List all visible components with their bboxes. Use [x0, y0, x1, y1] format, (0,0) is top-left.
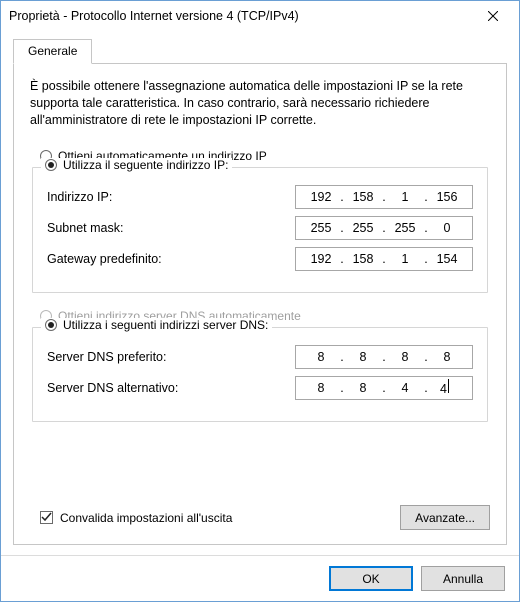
- row-subnet: Subnet mask: 255. 255. 255. 0: [47, 216, 473, 240]
- description-text: È possibile ottenere l'assegnazione auto…: [30, 78, 490, 129]
- label-subnet: Subnet mask:: [47, 221, 285, 235]
- radio-dns-manual-label: Utilizza i seguenti indirizzi server DNS…: [63, 318, 268, 332]
- label-dns-alternate: Server DNS alternativo:: [47, 381, 285, 395]
- label-dns-preferred: Server DNS preferito:: [47, 350, 285, 364]
- input-subnet[interactable]: 255. 255. 255. 0: [295, 216, 473, 240]
- input-gateway[interactable]: 192. 158. 1. 154: [295, 247, 473, 271]
- checkbox-validate-label: Convalida impostazioni all'uscita: [60, 511, 232, 525]
- titlebar[interactable]: Proprietà - Protocollo Internet versione…: [1, 1, 519, 31]
- window-frame: Proprietà - Protocollo Internet versione…: [0, 0, 520, 602]
- fieldset-dns: Utilizza i seguenti indirizzi server DNS…: [32, 327, 488, 422]
- close-button[interactable]: [475, 4, 511, 28]
- radio-icon: [45, 159, 57, 171]
- label-ip-address: Indirizzo IP:: [47, 190, 285, 204]
- row-dns-alternate: Server DNS alternativo: 8. 8. 4. 4: [47, 376, 473, 400]
- text-cursor: [448, 379, 449, 393]
- row-ip-address: Indirizzo IP: 192. 158. 1. 156: [47, 185, 473, 209]
- content-area: Generale È possibile ottenere l'assegnaz…: [1, 31, 519, 555]
- row-dns-preferred: Server DNS preferito: 8. 8. 8. 8: [47, 345, 473, 369]
- tab-general[interactable]: Generale: [13, 39, 92, 64]
- bottom-row: Convalida impostazioni all'uscita Avanza…: [30, 499, 490, 530]
- window-title: Proprietà - Protocollo Internet versione…: [9, 9, 475, 23]
- radio-icon: [45, 319, 57, 331]
- row-gateway: Gateway predefinito: 192. 158. 1. 154: [47, 247, 473, 271]
- cancel-button[interactable]: Annulla: [421, 566, 505, 591]
- input-dns-preferred[interactable]: 8. 8. 8. 8: [295, 345, 473, 369]
- input-ip-address[interactable]: 192. 158. 1. 156: [295, 185, 473, 209]
- close-icon: [488, 11, 498, 21]
- tab-panel: È possibile ottenere l'assegnazione auto…: [13, 64, 507, 545]
- radio-dns-manual-row[interactable]: Utilizza i seguenti indirizzi server DNS…: [41, 318, 272, 332]
- radio-ip-manual-label: Utilizza il seguente indirizzo IP:: [63, 158, 228, 172]
- ok-button[interactable]: OK: [329, 566, 413, 591]
- advanced-row: Avanzate...: [400, 505, 490, 530]
- advanced-button[interactable]: Avanzate...: [400, 505, 490, 530]
- radio-ip-manual-row[interactable]: Utilizza il seguente indirizzo IP:: [41, 158, 232, 172]
- label-gateway: Gateway predefinito:: [47, 252, 285, 266]
- tabstrip: Generale: [13, 39, 507, 64]
- checkbox-icon: [40, 511, 53, 524]
- fieldset-ip: Utilizza il seguente indirizzo IP: Indir…: [32, 167, 488, 293]
- input-dns-alternate[interactable]: 8. 8. 4. 4: [295, 376, 473, 400]
- footer: OK Annulla: [1, 555, 519, 601]
- checkbox-validate-row[interactable]: Convalida impostazioni all'uscita: [30, 505, 232, 525]
